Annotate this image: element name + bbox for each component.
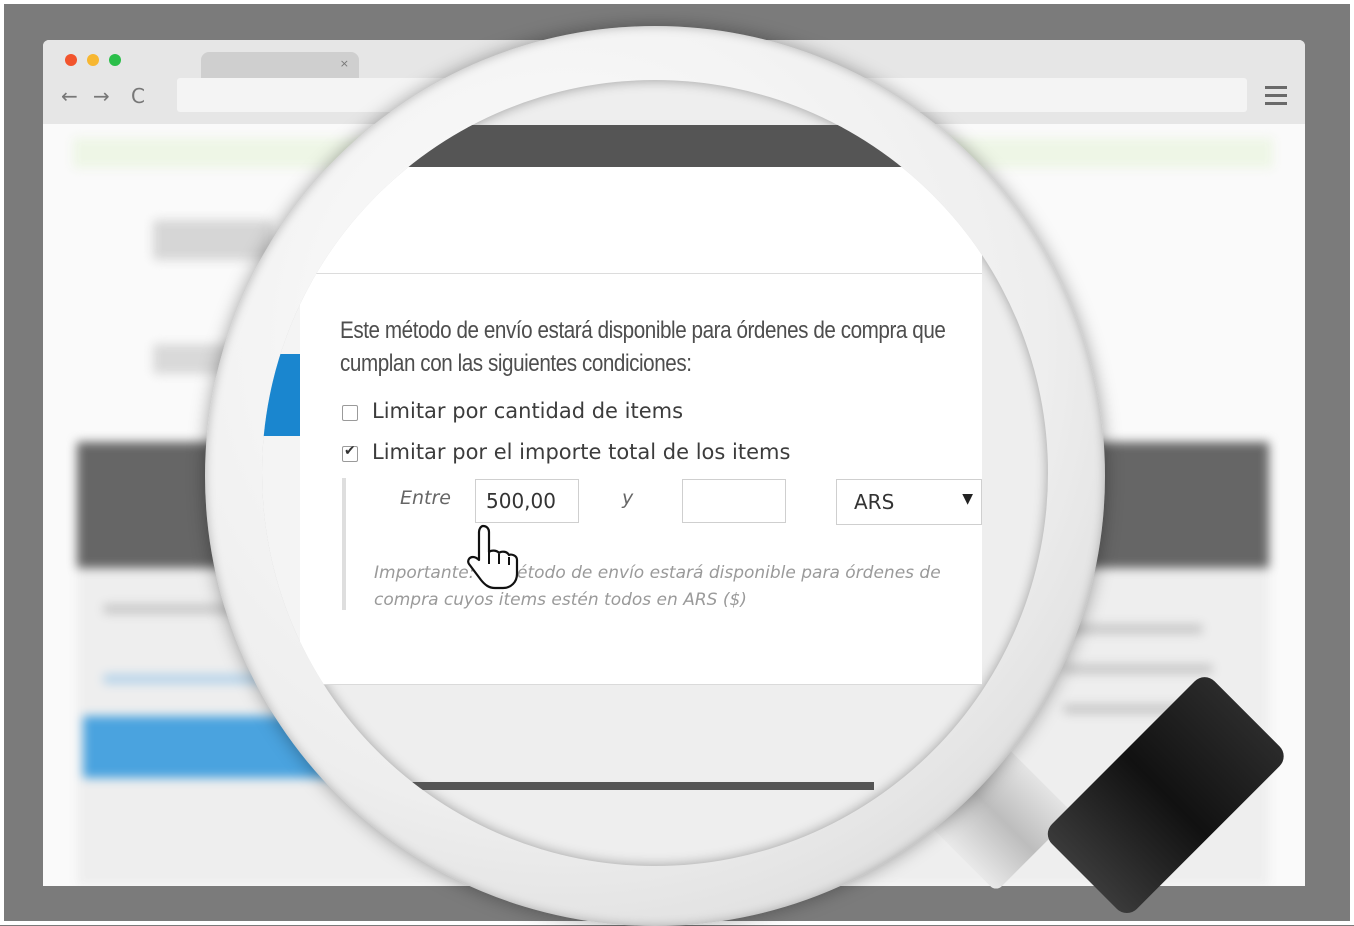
reload-icon[interactable]: C (131, 84, 145, 108)
modal-top-area (262, 167, 982, 275)
minimize-window-button[interactable] (87, 54, 99, 66)
maximize-window-button[interactable] (109, 54, 121, 66)
blurred-logo (153, 220, 273, 260)
conditions-description: Este método de envío estará disponible p… (340, 317, 946, 377)
range-from-label: Entre (400, 487, 451, 509)
side-strip (262, 274, 301, 684)
hamburger-menu-icon[interactable] (1265, 86, 1287, 106)
close-tab-icon[interactable]: × (340, 57, 349, 70)
limit-total-label[interactable]: Limitar por el importe total de los item… (372, 440, 790, 464)
blurred-text-line (1063, 664, 1213, 674)
max-amount-input[interactable] (682, 479, 786, 523)
min-amount-input[interactable]: 500,00 (475, 479, 579, 523)
forward-arrow-icon[interactable]: → (93, 84, 110, 108)
modal-footer-bar (262, 782, 874, 790)
active-indicator (262, 354, 300, 436)
magnifier-lens: Este método de envío estará disponible p… (262, 80, 1048, 866)
panel-bottom-border (262, 684, 982, 685)
condition-group-bar (342, 478, 346, 610)
limit-quantity-checkbox[interactable] (342, 405, 358, 421)
blurred-text-line (1063, 624, 1203, 634)
browser-tab[interactable]: × (201, 52, 359, 78)
back-arrow-icon[interactable]: ← (61, 84, 78, 108)
limit-quantity-label[interactable]: Limitar por cantidad de items (372, 399, 683, 423)
range-and-label: y (622, 487, 634, 509)
currency-select[interactable]: ARS ▼ (836, 479, 982, 525)
currency-value: ARS (854, 490, 895, 514)
hand-pointer-cursor-icon (467, 524, 519, 590)
dropdown-caret-icon: ▼ (962, 491, 973, 507)
close-window-button[interactable] (65, 54, 77, 66)
modal-header-bar (262, 125, 1048, 167)
limit-total-checkbox[interactable] (342, 443, 358, 462)
